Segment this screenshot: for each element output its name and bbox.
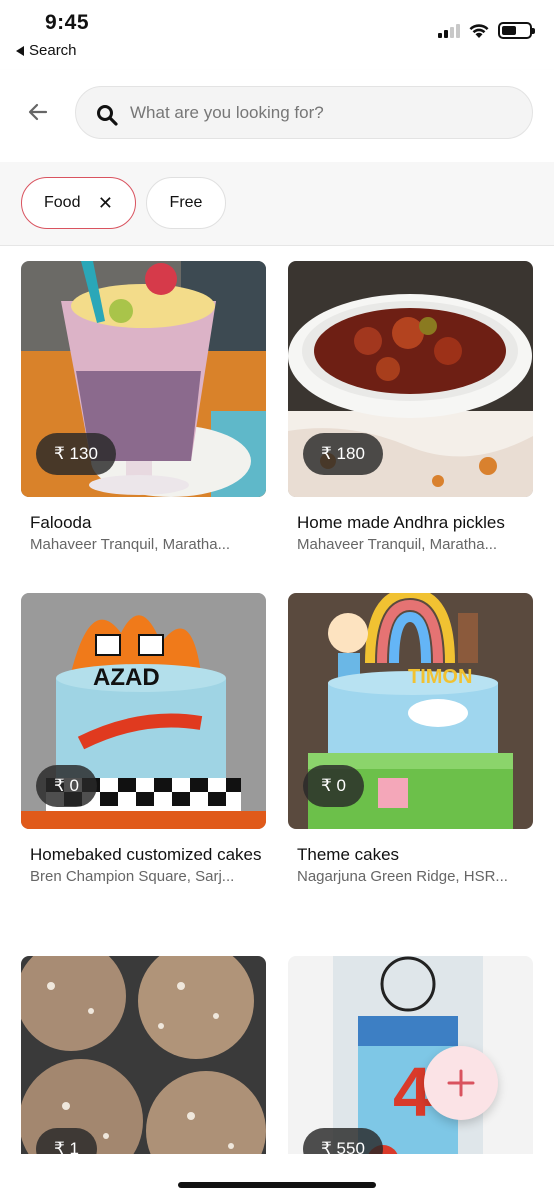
svg-text:TIMON: TIMON [408,666,472,688]
listing-card[interactable]: TIMON ₹ 0 Theme cakes Nagarjuna Green Ri… [288,593,533,885]
filter-chip-label: Food [44,194,81,211]
home-indicator [178,1182,376,1188]
close-icon[interactable]: ✕ [98,194,113,212]
add-listing-button[interactable] [424,1046,498,1120]
status-bar: 9:45 Search [0,0,554,70]
back-triangle-icon [16,45,24,56]
listing-card[interactable]: AZAD ₹ 0 Homebaked customized cakes Bren… [21,593,266,885]
filter-chip-food[interactable]: Food ✕ [21,177,136,229]
listing-image[interactable]: AZAD ₹ 0 [21,593,266,829]
listing-title: Theme cakes [297,845,400,864]
svg-text:AZAD: AZAD [93,664,160,691]
listing-location: Bren Champion Square, Sarj... [30,868,235,885]
listing-image[interactable]: ₹ 180 [288,261,533,497]
search-header [0,70,554,162]
status-icons [438,22,535,39]
price-badge: ₹ 0 [36,765,97,807]
listing-card[interactable]: ₹ 130 Falooda Mahaveer Tranquil, Maratha… [21,261,266,553]
listing-image[interactable]: 4 ₹ 550 [288,956,533,1154]
wifi-icon [469,23,489,38]
listing-title: Homebaked customized cakes [30,845,262,864]
search-icon [97,105,118,126]
listing-image[interactable]: ₹ 1 [21,956,266,1154]
back-to-app-label: Search [29,42,77,59]
listing-title: Falooda [30,513,92,532]
filter-chip-label: Free [169,194,203,211]
listing-title: Home made Andhra pickles [297,513,505,532]
plus-icon [447,1069,475,1097]
listing-card[interactable]: ₹ 180 Home made Andhra pickles Mahaveer … [288,261,533,553]
listing-image[interactable]: ₹ 130 [21,261,266,497]
price-badge: ₹ 130 [36,433,116,475]
status-time: 9:45 [45,11,90,34]
search-input[interactable] [130,87,520,138]
filter-chip-free[interactable]: Free [146,177,226,229]
price-badge: ₹ 1 [36,1128,97,1154]
listing-grid: ₹ 130 Falooda Mahaveer Tranquil, Maratha… [0,246,554,1154]
listing-location: Mahaveer Tranquil, Maratha... [297,536,498,553]
battery-icon [498,22,535,39]
listing-location: Mahaveer Tranquil, Maratha... [30,536,231,553]
arrow-left-icon[interactable] [26,100,50,124]
price-badge: ₹ 0 [303,765,364,807]
price-badge: ₹ 180 [303,433,383,475]
listing-card[interactable]: ₹ 1 [21,956,266,1154]
search-box[interactable] [75,86,533,139]
listing-location: Nagarjuna Green Ridge, HSR... [297,868,508,885]
price-badge: ₹ 550 [303,1128,383,1154]
back-to-app[interactable]: Search [16,42,77,59]
filter-bar: Food ✕ Free [0,162,554,246]
cellular-signal-icon [438,23,460,38]
listing-image[interactable]: TIMON ₹ 0 [288,593,533,829]
listing-card[interactable]: 4 ₹ 550 [288,956,533,1154]
